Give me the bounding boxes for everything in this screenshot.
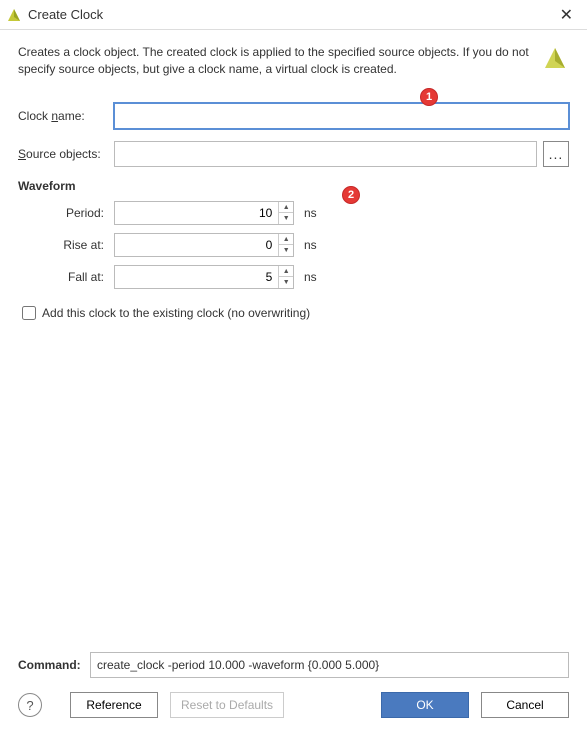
window-title: Create Clock bbox=[28, 7, 554, 22]
waveform-title: Waveform bbox=[18, 179, 569, 193]
rise-unit: ns bbox=[304, 238, 317, 252]
period-label: Period: bbox=[18, 206, 114, 220]
callout-2: 2 bbox=[342, 186, 360, 204]
command-input[interactable] bbox=[90, 652, 569, 678]
clock-name-input[interactable] bbox=[114, 103, 569, 129]
app-icon bbox=[6, 7, 22, 23]
fall-spinner[interactable]: ▲▼ bbox=[114, 265, 294, 289]
description-text: Creates a clock object. The created cloc… bbox=[18, 44, 535, 79]
add-to-existing-checkbox[interactable] bbox=[22, 306, 36, 320]
period-unit: ns bbox=[304, 206, 317, 220]
rise-input[interactable] bbox=[115, 234, 278, 256]
add-to-existing-label: Add this clock to the existing clock (no… bbox=[42, 306, 310, 320]
close-icon[interactable]: ✕ bbox=[554, 5, 579, 25]
rise-spinner[interactable]: ▲▼ bbox=[114, 233, 294, 257]
source-objects-input[interactable] bbox=[114, 141, 537, 167]
fall-unit: ns bbox=[304, 270, 317, 284]
ok-button[interactable]: OK bbox=[381, 692, 469, 718]
vendor-logo-icon bbox=[541, 44, 569, 72]
browse-source-button[interactable]: ... bbox=[543, 141, 569, 167]
cancel-button[interactable]: Cancel bbox=[481, 692, 569, 718]
period-input[interactable] bbox=[115, 202, 278, 224]
rise-label: Rise at: bbox=[18, 238, 114, 252]
callout-1: 1 bbox=[420, 88, 438, 106]
titlebar: Create Clock ✕ bbox=[0, 0, 587, 30]
fall-label: Fall at: bbox=[18, 270, 114, 284]
rise-down-icon[interactable]: ▼ bbox=[279, 245, 293, 256]
period-down-icon[interactable]: ▼ bbox=[279, 213, 293, 224]
rise-up-icon[interactable]: ▲ bbox=[279, 234, 293, 246]
fall-up-icon[interactable]: ▲ bbox=[279, 266, 293, 278]
command-label: Command: bbox=[18, 658, 90, 672]
fall-input[interactable] bbox=[115, 266, 278, 288]
period-up-icon[interactable]: ▲ bbox=[279, 202, 293, 214]
clock-name-label: Clock name: bbox=[18, 109, 114, 123]
reference-button[interactable]: Reference bbox=[70, 692, 158, 718]
reset-defaults-button[interactable]: Reset to Defaults bbox=[170, 692, 284, 718]
source-objects-label: Source objects: bbox=[18, 147, 114, 161]
help-button[interactable]: ? bbox=[18, 693, 42, 717]
period-spinner[interactable]: ▲▼ bbox=[114, 201, 294, 225]
fall-down-icon[interactable]: ▼ bbox=[279, 277, 293, 288]
